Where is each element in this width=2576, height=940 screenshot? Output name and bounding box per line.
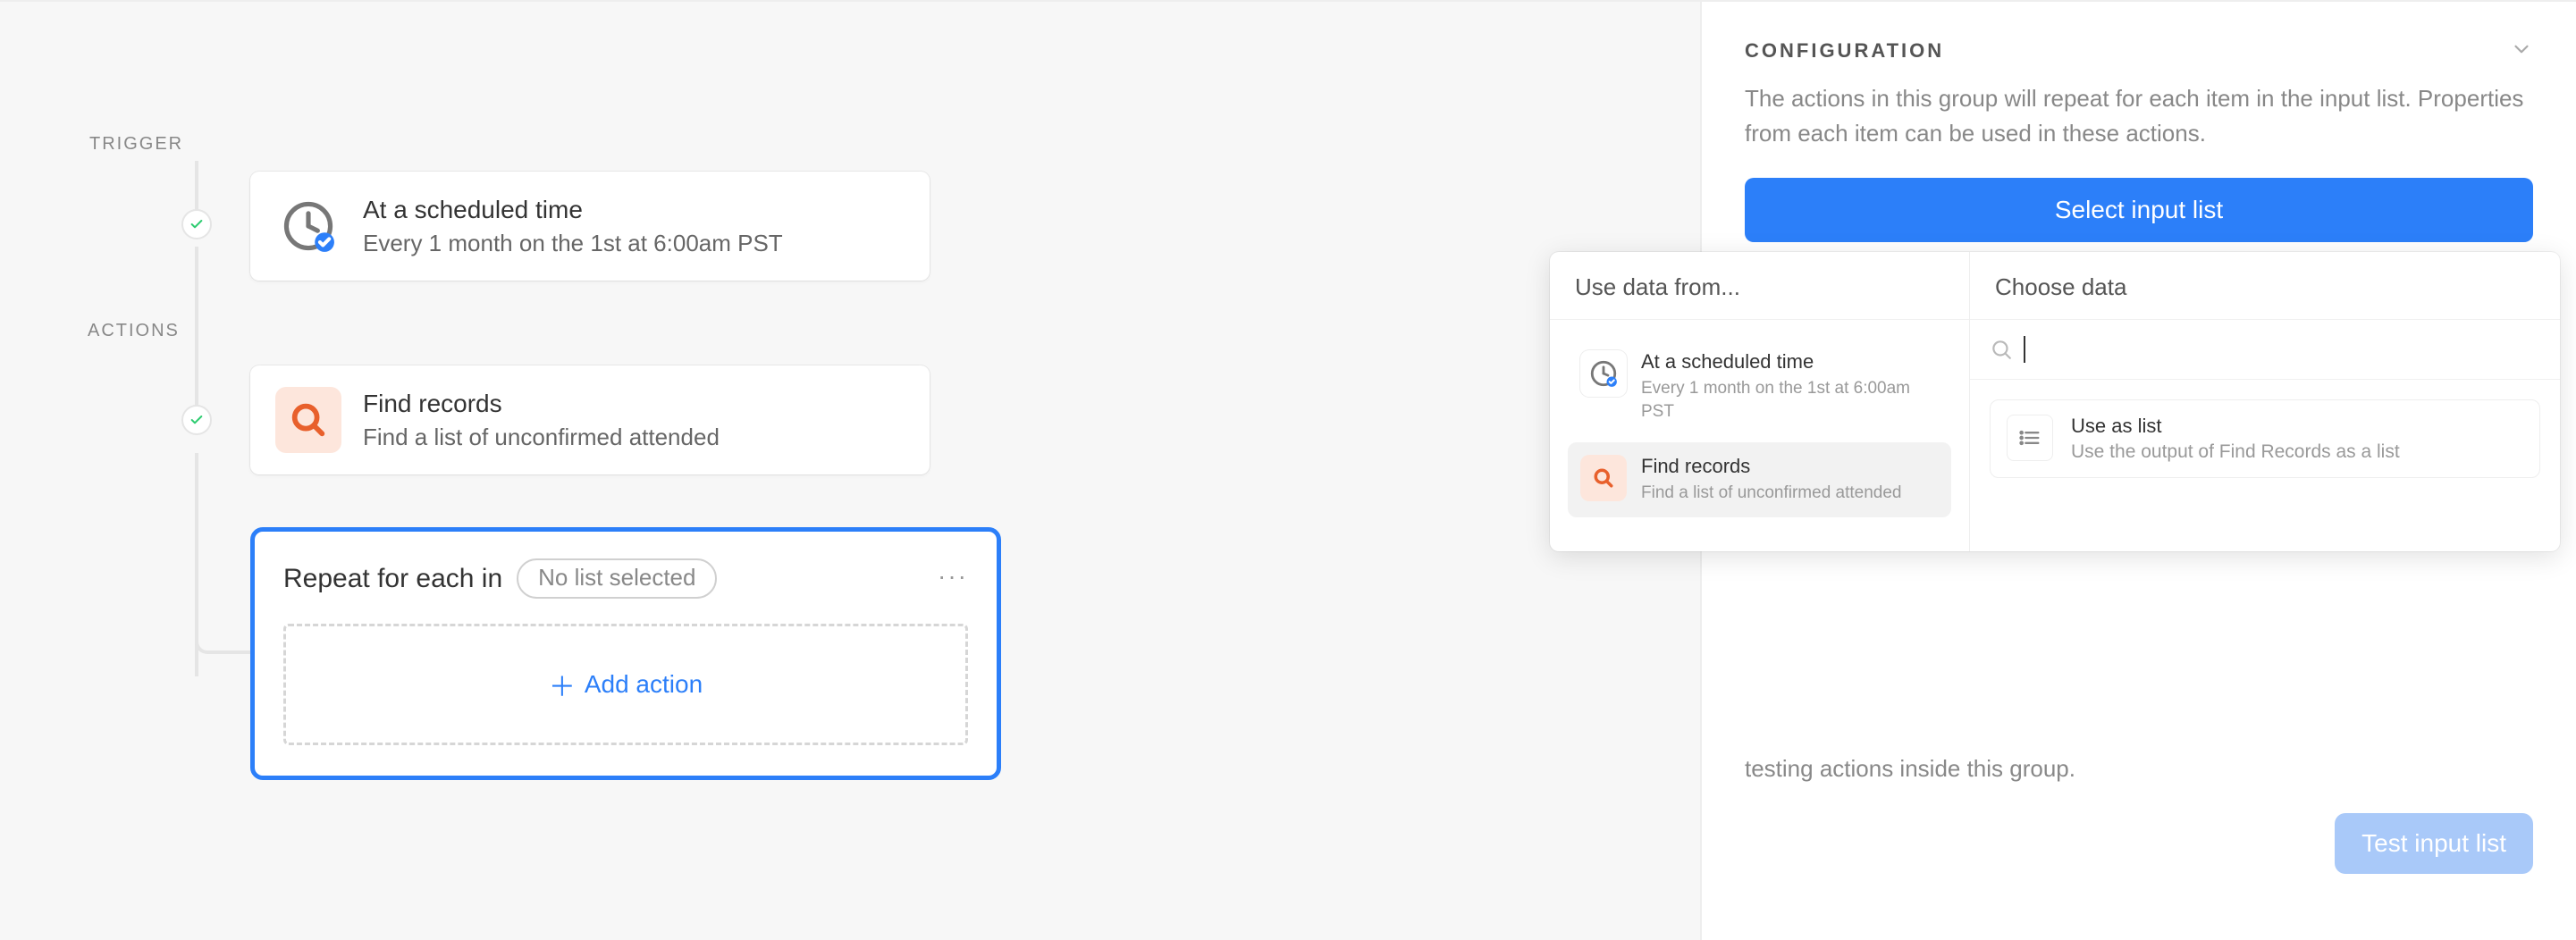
choose-option-subtitle: Use the output of Find Records as a list: [2071, 441, 2400, 463]
find-node-title: Find records: [363, 390, 720, 418]
search-icon: [1990, 338, 2013, 361]
find-node-subtitle: Find a list of unconfirmed attended: [363, 424, 720, 451]
data-source-subtitle: Find a list of unconfirmed attended: [1641, 482, 1902, 505]
add-action-label: Add action: [585, 670, 703, 699]
search-icon: [1580, 455, 1627, 501]
choose-data-heading: Choose data: [1970, 252, 2560, 320]
text-caret: [2024, 336, 2025, 363]
clock-icon: [275, 193, 341, 259]
clock-icon: [1580, 350, 1627, 397]
data-search-input[interactable]: [2036, 337, 2540, 362]
step-status-success-icon: [181, 405, 212, 435]
data-source-title: Find records: [1641, 455, 1902, 478]
step-status-success-icon: [181, 209, 212, 239]
repeat-group-node[interactable]: Repeat for each in No list selected ··· …: [250, 527, 1001, 780]
actions-section-label: ACTIONS: [88, 321, 180, 341]
add-action-button[interactable]: ＋ Add action: [283, 624, 968, 745]
configuration-heading: CONFIGURATION: [1745, 39, 1944, 63]
trigger-section-label: TRIGGER: [89, 134, 183, 155]
data-search-row[interactable]: [1970, 320, 2560, 380]
connector-elbow: [195, 583, 257, 654]
data-picker-popover: Use data from...: [1550, 252, 2560, 551]
search-icon: [275, 387, 341, 453]
find-records-node[interactable]: Find records Find a list of unconfirmed …: [250, 365, 930, 474]
configuration-description: The actions in this group will repeat fo…: [1745, 81, 2533, 151]
configuration-panel: CONFIGURATION The actions in this group …: [1700, 0, 2576, 940]
use-as-list-option[interactable]: Use as list Use the output of Find Recor…: [1990, 399, 2540, 478]
select-input-list-button[interactable]: Select input list: [1745, 178, 2533, 242]
trigger-node-title: At a scheduled time: [363, 196, 783, 224]
list-icon: [2007, 415, 2053, 461]
plus-icon: ＋: [549, 665, 576, 704]
test-input-list-button[interactable]: Test input list: [2335, 813, 2533, 874]
data-source-find-records[interactable]: Find records Find a list of unconfirmed …: [1568, 442, 1951, 517]
connector-line: [195, 247, 198, 425]
no-list-selected-pill[interactable]: No list selected: [517, 558, 717, 599]
more-options-icon[interactable]: ···: [938, 562, 968, 591]
data-source-scheduled-time[interactable]: At a scheduled time Every 1 month on the…: [1568, 338, 1951, 435]
test-description: testing actions inside this group.: [1745, 751, 2533, 786]
data-source-title: At a scheduled time: [1641, 350, 1939, 373]
data-source-subtitle: Every 1 month on the 1st at 6:00am PST: [1641, 377, 1939, 423]
trigger-node[interactable]: At a scheduled time Every 1 month on the…: [250, 172, 930, 281]
use-data-from-heading: Use data from...: [1550, 252, 1969, 320]
automation-canvas: TRIGGER ACTIONS At a schedu: [0, 0, 1700, 940]
chevron-down-icon[interactable]: [2510, 38, 2533, 63]
trigger-node-subtitle: Every 1 month on the 1st at 6:00am PST: [363, 230, 783, 257]
choose-option-title: Use as list: [2071, 415, 2400, 438]
repeat-title: Repeat for each in: [283, 564, 502, 594]
